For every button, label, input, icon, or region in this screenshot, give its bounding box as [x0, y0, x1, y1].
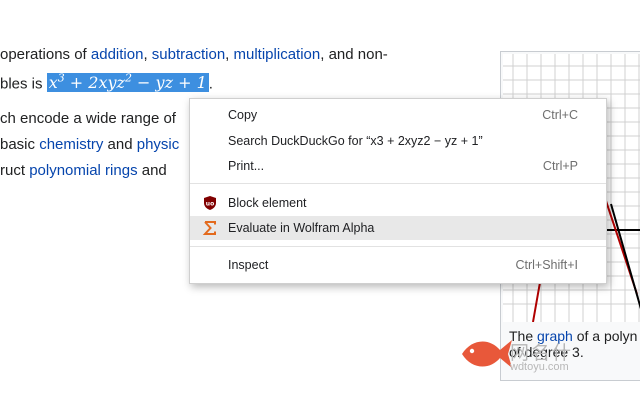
article-line: basic chemistry and physic	[0, 136, 179, 153]
context-menu: Copy Ctrl+C Search DuckDuckGo for “x3 + …	[189, 98, 607, 284]
text: , and non-	[320, 46, 388, 63]
article-line: ruct polynomial rings and	[0, 162, 167, 179]
text: ,	[225, 46, 234, 63]
link-chemistry[interactable]: chemistry	[39, 136, 103, 153]
menu-separator	[190, 183, 606, 184]
menu-item-copy[interactable]: Copy Ctrl+C	[190, 103, 606, 127]
selected-math-expression[interactable]: x3 + 2xyz2 − yz + 1	[46, 72, 209, 93]
link-multiplication[interactable]: multiplication	[234, 46, 321, 63]
text: and	[137, 162, 167, 179]
menu-item-block-element[interactable]: uo Block element	[190, 191, 606, 215]
article-line: bles is x3 + 2xyz2 − yz + 1.	[0, 72, 213, 93]
link-polynomial-rings[interactable]: polynomial rings	[29, 162, 137, 179]
article-line: ch encode a wide range of	[0, 110, 176, 127]
text: ,	[143, 46, 152, 63]
menu-item-evaluate-wolfram-alpha[interactable]: Evaluate in Wolfram Alpha	[190, 216, 606, 240]
text: .	[208, 75, 213, 93]
menu-separator	[190, 246, 606, 247]
menu-item-search-duckduckgo[interactable]: Search DuckDuckGo for “x3 + 2xyz2 − yz +…	[190, 129, 606, 153]
ublock-icon: uo	[202, 195, 218, 211]
menu-item-print[interactable]: Print... Ctrl+P	[190, 154, 606, 178]
link-subtraction[interactable]: subtraction	[152, 46, 225, 63]
article-line: operations of addition, subtraction, mul…	[0, 46, 388, 63]
text: ruct	[0, 162, 30, 179]
svg-text:uo: uo	[206, 201, 214, 208]
watermark-url: wdtoyu.com	[510, 361, 569, 373]
link-physics[interactable]: physic	[137, 136, 180, 153]
link-addition[interactable]: addition	[91, 46, 144, 63]
text: and	[103, 136, 137, 153]
wolfram-alpha-icon	[202, 220, 218, 236]
menu-item-inspect[interactable]: Inspect Ctrl+Shift+I	[190, 253, 606, 277]
text: bles is	[0, 75, 47, 93]
text: ch encode a wide range of	[0, 110, 176, 127]
text: operations of	[0, 46, 91, 63]
text: basic	[0, 136, 40, 153]
